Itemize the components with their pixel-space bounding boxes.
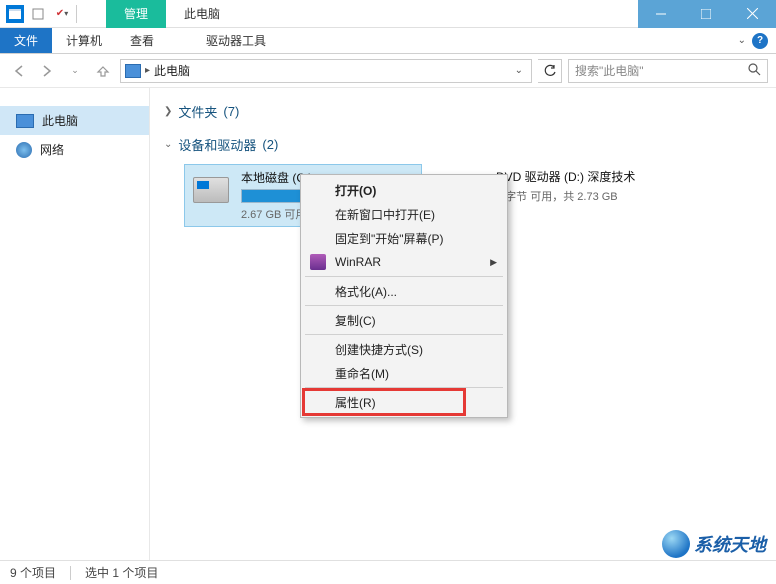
pc-icon xyxy=(16,114,34,128)
drive-name: DVD 驱动器 (D:) 深度技术 xyxy=(496,168,672,185)
breadcrumb-location[interactable]: 此电脑 xyxy=(154,62,190,79)
ribbon-collapse-icon[interactable]: ⌄ xyxy=(738,35,746,46)
close-button[interactable] xyxy=(728,0,776,28)
drive-info: DVD 驱动器 (D:) 深度技术 0 字节 可用，共 2.73 GB xyxy=(496,168,672,204)
ribbon-tab-computer[interactable]: 计算机 xyxy=(52,28,116,53)
sidebar-item-label: 此电脑 xyxy=(42,112,78,129)
ribbon-tab-drive-tools[interactable]: 驱动器工具 xyxy=(192,28,280,53)
ctx-properties[interactable]: 属性(R) xyxy=(303,390,505,414)
collapse-icon[interactable]: ❯ xyxy=(164,106,172,117)
back-button[interactable] xyxy=(8,60,30,82)
winrar-icon xyxy=(309,253,327,271)
group-folders[interactable]: ❯ 文件夹 (7) xyxy=(156,98,776,125)
sidebar-item-label: 网络 xyxy=(40,141,64,158)
ctx-format[interactable]: 格式化(A)... xyxy=(303,279,505,303)
up-button[interactable] xyxy=(92,60,114,82)
forward-button[interactable] xyxy=(36,60,58,82)
search-box[interactable]: 搜索"此电脑" xyxy=(568,59,768,83)
ctx-rename[interactable]: 重命名(M) xyxy=(303,361,505,385)
drive-free-text: 0 字节 可用，共 2.73 GB xyxy=(496,188,672,204)
title-bar: ✔▾ 管理 此电脑 xyxy=(0,0,776,28)
status-separator xyxy=(70,566,71,580)
ctx-create-shortcut[interactable]: 创建快捷方式(S) xyxy=(303,337,505,361)
status-bar: 9 个项目 选中 1 个项目 xyxy=(0,560,776,584)
ribbon-file-tab[interactable]: 文件 xyxy=(0,28,52,53)
status-selected-count: 选中 1 个项目 xyxy=(85,564,158,581)
network-icon xyxy=(16,142,32,158)
qat-separator xyxy=(76,5,96,23)
window-title: 此电脑 xyxy=(166,0,238,28)
globe-icon xyxy=(662,530,690,558)
ctx-label: WinRAR xyxy=(335,255,381,269)
qat-properties-icon[interactable] xyxy=(28,4,48,24)
sidebar-item-network[interactable]: 网络 xyxy=(0,135,149,164)
pc-icon xyxy=(125,64,141,78)
hdd-icon xyxy=(191,173,231,207)
address-bar[interactable]: ▸ 此电脑 ⌄ xyxy=(120,59,532,83)
ctx-separator xyxy=(305,387,503,388)
group-count: (7) xyxy=(223,104,239,119)
breadcrumb-sep-icon: ▸ xyxy=(145,65,150,76)
ctx-copy[interactable]: 复制(C) xyxy=(303,308,505,332)
window-controls xyxy=(638,0,776,28)
ctx-separator xyxy=(305,305,503,306)
ribbon-tabs: 文件 计算机 查看 驱动器工具 ⌄ ? xyxy=(0,28,776,54)
maximize-button[interactable] xyxy=(683,0,728,28)
watermark: 系统天地 xyxy=(662,530,766,558)
ctx-separator xyxy=(305,276,503,277)
search-placeholder: 搜索"此电脑" xyxy=(575,62,748,79)
context-tab-manage[interactable]: 管理 xyxy=(106,0,166,28)
search-icon[interactable] xyxy=(748,63,761,79)
ctx-separator xyxy=(305,334,503,335)
navigation-bar: ⌄ ▸ 此电脑 ⌄ 搜索"此电脑" xyxy=(0,54,776,88)
qat-check-icon[interactable]: ✔▾ xyxy=(52,4,72,24)
status-item-count: 9 个项目 xyxy=(10,564,56,581)
watermark-text: 系统天地 xyxy=(694,531,766,557)
navigation-pane: 此电脑 网络 xyxy=(0,88,150,560)
sidebar-item-this-pc[interactable]: 此电脑 xyxy=(0,106,149,135)
ctx-winrar[interactable]: WinRAR xyxy=(303,250,505,274)
ribbon-tab-view[interactable]: 查看 xyxy=(116,28,168,53)
group-devices[interactable]: ⌄ 设备和驱动器 (2) xyxy=(156,131,776,158)
group-label: 设备和驱动器 xyxy=(178,135,256,154)
group-label: 文件夹 xyxy=(178,102,217,121)
ctx-open-new-window[interactable]: 在新窗口中打开(E) xyxy=(303,202,505,226)
recent-dropdown[interactable]: ⌄ xyxy=(64,60,86,82)
context-menu: 打开(O) 在新窗口中打开(E) 固定到"开始"屏幕(P) WinRAR 格式化… xyxy=(300,174,508,418)
address-dropdown-icon[interactable]: ⌄ xyxy=(511,65,527,76)
refresh-button[interactable] xyxy=(538,59,562,83)
help-icon[interactable]: ? xyxy=(752,33,768,49)
title-tabs: 管理 此电脑 xyxy=(106,0,238,28)
app-icon[interactable] xyxy=(6,5,24,23)
expand-icon[interactable]: ⌄ xyxy=(164,139,172,150)
ctx-open[interactable]: 打开(O) xyxy=(303,178,505,202)
ctx-pin-start[interactable]: 固定到"开始"屏幕(P) xyxy=(303,226,505,250)
qat: ✔▾ xyxy=(0,4,96,24)
minimize-button[interactable] xyxy=(638,0,683,28)
ribbon-right: ⌄ ? xyxy=(738,28,776,53)
group-count: (2) xyxy=(262,137,278,152)
